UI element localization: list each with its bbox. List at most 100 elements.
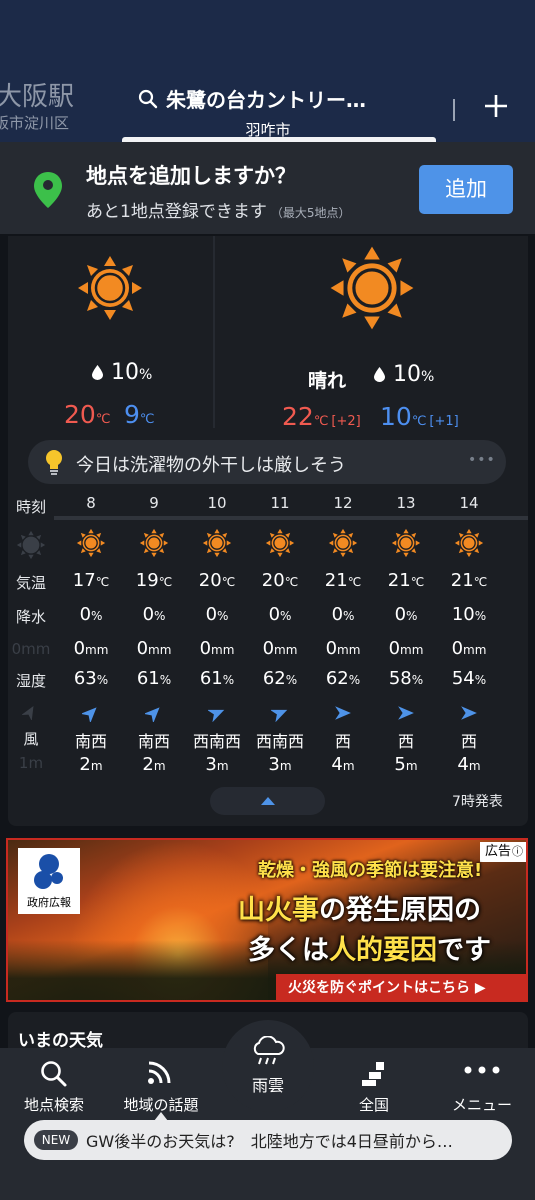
hour-wind-dir: 南西	[137, 732, 170, 751]
raindrop-icon	[92, 365, 103, 380]
hour-time: 8	[86, 494, 96, 512]
chevron-up-icon	[261, 797, 275, 805]
hour-temp: 19℃	[135, 570, 173, 591]
logo-mark-icon	[34, 854, 63, 889]
hour-wind-speed: 2m	[79, 754, 103, 775]
hour-time: 9	[149, 494, 159, 512]
ad-headline: 乾燥・強風の季節は要注意!	[258, 860, 483, 881]
add-location-button[interactable]: 追加	[419, 165, 513, 214]
tomorrow-high: 22℃ [+2]	[282, 402, 361, 431]
ad-line2: 山火事の発生原因の	[238, 895, 481, 926]
nav-menu[interactable]: メニュー	[440, 1094, 524, 1115]
header-divider	[453, 99, 455, 121]
hour-pop: 10%	[451, 604, 487, 625]
hour-temp: 20℃	[261, 570, 299, 591]
hour-temp: 21℃	[450, 570, 488, 591]
tomorrow-condition: 晴れ	[308, 370, 347, 392]
rss-icon[interactable]	[146, 1060, 172, 1086]
label-wind-speed: 1m	[18, 754, 44, 772]
news-text: GW後半のお天気は? 北陸地方では4日昼前から…	[86, 1132, 453, 1151]
hour-pop: 0%	[79, 604, 103, 625]
hour-humidity: 61%	[136, 668, 172, 689]
sunny-icon	[139, 528, 169, 562]
hour-time: 12	[333, 494, 353, 512]
hour-precip: 0mm	[388, 638, 424, 659]
lightbulb-icon	[46, 450, 62, 475]
raindrop-icon	[374, 367, 385, 382]
tomorrow-low: 10℃ [+1]	[380, 402, 459, 431]
hour-time: 14	[459, 494, 479, 512]
sunny-icon	[78, 256, 142, 320]
prev-location-tab[interactable]: 大阪駅 阪市淀川区	[0, 82, 74, 134]
hour-wind-dir: 西	[334, 732, 351, 751]
wind-arrow-icon	[145, 707, 160, 722]
hour-precip: 0mm	[325, 638, 361, 659]
sunny-icon	[16, 530, 46, 560]
hour-pop: 0%	[205, 604, 229, 625]
hour-pop: 0%	[394, 604, 418, 625]
app-header: 大阪駅 阪市淀川区 朱鷺の台カントリー… 羽咋市	[0, 0, 535, 142]
wind-arrow-icon	[461, 706, 477, 720]
hour-precip: 0mm	[451, 638, 487, 659]
wind-arrow-icon	[82, 707, 97, 722]
hour-time: 13	[396, 494, 416, 512]
today-pop: 10%	[92, 360, 152, 385]
sunny-icon	[328, 528, 358, 562]
ad-label: 広告ⓘ	[480, 842, 526, 862]
today-low: 9℃	[124, 400, 155, 429]
hour-wind-dir: 西南西	[255, 732, 304, 751]
ad-banner[interactable]: 政府広報 広告ⓘ 乾燥・強風の季節は要注意! 山火事の発生原因の 多くは人的要因…	[6, 838, 528, 1002]
sunny-icon	[330, 246, 414, 330]
nav-nationwide[interactable]: 全国	[344, 1094, 404, 1115]
wind-arrow-icon	[398, 706, 414, 720]
more-icon[interactable]	[462, 1064, 502, 1076]
hour-humidity: 58%	[388, 668, 424, 689]
hour-wind-dir: 西	[397, 732, 414, 751]
prompt-text: あと1地点登録できます （最大5地点）	[86, 202, 351, 222]
collapse-button[interactable]	[210, 787, 325, 815]
prompt-note: （最大5地点）	[270, 206, 351, 220]
hour-pop: 0%	[142, 604, 166, 625]
hour-pop: 0%	[268, 604, 292, 625]
sunny-icon	[454, 528, 484, 562]
location-name: 朱鷺の台カントリー…	[166, 88, 366, 112]
search-icon[interactable]	[40, 1060, 68, 1088]
plus-icon[interactable]	[480, 90, 512, 122]
advice-text: 今日は洗濯物の外干しは厳しそう	[76, 455, 346, 476]
hour-wind-speed: 4m	[457, 754, 481, 775]
hour-wind-speed: 4m	[331, 754, 355, 775]
nationwide-icon[interactable]	[360, 1060, 388, 1088]
wind-arrow-icon	[22, 705, 34, 720]
hourly-forecast: 時刻 気温 降水 0mm 湿度 風 1m 8 17℃ 0% 0mm 63% 南西 2m 9 19…	[8, 492, 528, 780]
prev-location-sub: 阪市淀川区	[0, 114, 70, 132]
ad-cta[interactable]: 火災を防ぐポイントはこちら ▶	[276, 974, 526, 1000]
hour-humidity: 62%	[262, 668, 298, 689]
prompt-title: 地点を追加しますか？	[86, 164, 296, 188]
current-location-tab[interactable]: 朱鷺の台カントリー… 羽咋市	[138, 84, 408, 140]
search-icon[interactable]	[138, 89, 158, 109]
hour-humidity: 63%	[73, 668, 109, 689]
hour-temp: 21℃	[387, 570, 425, 591]
map-pin-icon	[34, 172, 62, 208]
more-icon[interactable]: •••	[468, 452, 496, 468]
label-temp: 気温	[15, 574, 46, 592]
hour-humidity: 54%	[451, 668, 487, 689]
sunny-icon	[202, 528, 232, 562]
tomorrow-high-diff: [+2]	[331, 414, 361, 429]
hour-temp: 17℃	[72, 570, 110, 591]
ad-logo-text: 政府広報	[27, 896, 71, 909]
wind-arrow-icon	[208, 709, 225, 722]
today-high: 20℃	[64, 400, 111, 429]
sunny-icon	[391, 528, 421, 562]
hour-precip: 0mm	[136, 638, 172, 659]
label-time: 時刻	[15, 498, 46, 516]
rain-radar-button[interactable]	[222, 1020, 314, 1112]
hour-temp: 21℃	[324, 570, 362, 591]
sunny-icon	[76, 528, 106, 562]
tomorrow-pop: 10%	[374, 362, 434, 387]
info-icon: ⓘ	[512, 845, 523, 858]
new-badge: NEW	[34, 1130, 78, 1150]
hour-humidity: 62%	[325, 668, 361, 689]
nav-search[interactable]: 地点検索	[14, 1094, 94, 1115]
hour-temp: 2	[508, 570, 528, 591]
